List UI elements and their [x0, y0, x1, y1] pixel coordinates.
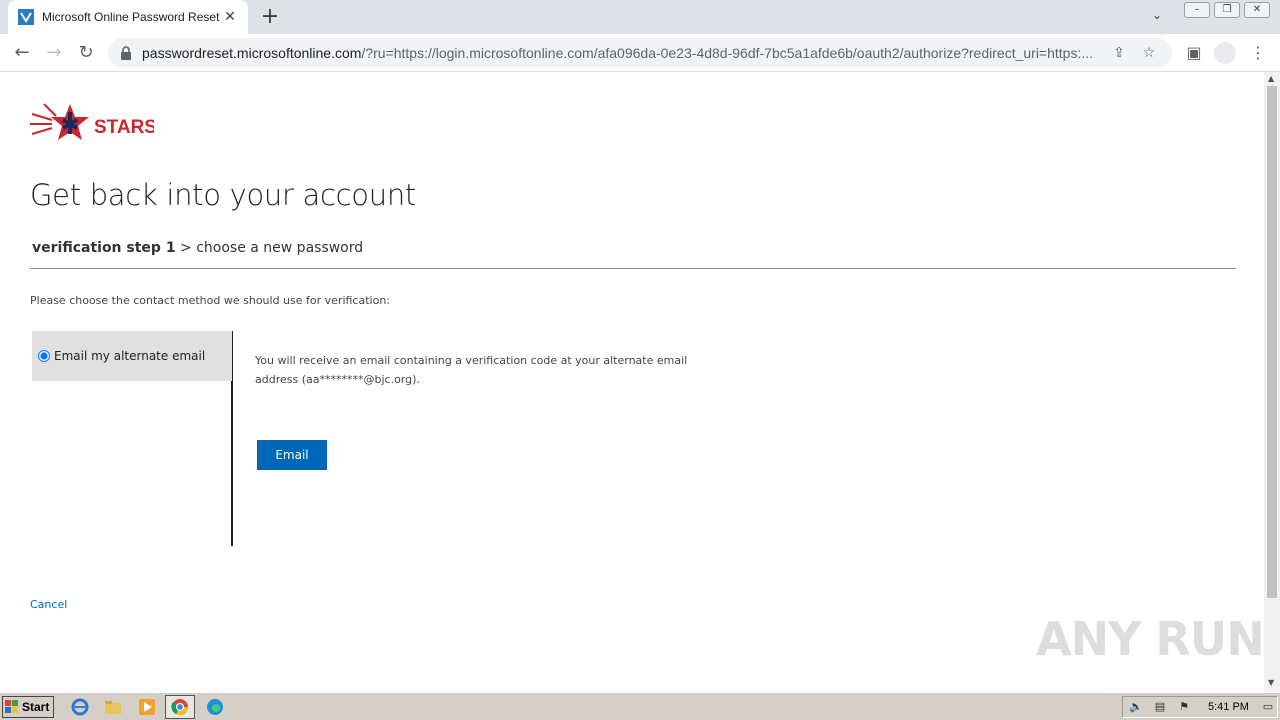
- scroll-up-icon[interactable]: ▲: [1268, 74, 1274, 83]
- side-panel-icon[interactable]: ▣: [1183, 43, 1205, 62]
- url-path: /?ru=https://login.microsoftonline.com/a…: [361, 45, 1094, 61]
- scroll-down-icon[interactable]: ▼: [1268, 678, 1274, 687]
- file-explorer-icon[interactable]: [104, 698, 122, 716]
- clock: 5:41 PM: [1208, 701, 1249, 713]
- step-next: choose a new password: [196, 240, 364, 256]
- step-separator: >: [180, 240, 192, 256]
- scrollbar[interactable]: ▲ ▼: [1264, 72, 1280, 692]
- method-option-email[interactable]: Email my alternate email: [32, 331, 232, 381]
- lock-icon: [121, 46, 131, 60]
- page-content: STARS Get back into your account verific…: [0, 72, 1265, 692]
- tab-strip: Microsoft Online Password Reset ✕ + ⌄ – …: [0, 0, 1280, 34]
- bookmark-star-icon[interactable]: ☆: [1138, 45, 1160, 61]
- brand-text: STARS: [94, 117, 154, 138]
- media-player-icon[interactable]: [138, 698, 156, 716]
- forward-arrow-icon[interactable]: →: [42, 41, 66, 65]
- restore-button[interactable]: ❐: [1214, 2, 1240, 18]
- step-current: verification step 1: [32, 240, 176, 256]
- back-arrow-icon[interactable]: ←: [10, 41, 34, 65]
- start-label: Start: [22, 700, 50, 714]
- stars-logo: STARS: [30, 103, 154, 140]
- browser-toolbar: ← → ↻ passwordreset.microsoftonline.com/…: [0, 34, 1280, 72]
- cancel-link[interactable]: Cancel: [30, 598, 67, 611]
- system-tray: 🔈 ▤ ⚑ ▭: [1122, 696, 1278, 718]
- microsoft-favicon-icon: [18, 9, 34, 25]
- profile-avatar-icon[interactable]: [1214, 42, 1236, 64]
- taskbar: Start 🔈 ▤ ⚑ ▭ 5:41 PM: [0, 692, 1280, 720]
- edge-icon[interactable]: [206, 698, 224, 716]
- url-host: passwordreset.microsoftonline.com: [142, 45, 362, 61]
- volume-icon[interactable]: 🔈: [1129, 700, 1143, 714]
- watermark: ANY RUN: [1036, 612, 1265, 666]
- divider: [30, 268, 1236, 269]
- internet-explorer-icon[interactable]: [71, 698, 89, 716]
- tab-close-icon[interactable]: ✕: [222, 9, 238, 25]
- new-tab-button[interactable]: +: [258, 5, 282, 29]
- email-button[interactable]: Email: [257, 440, 327, 470]
- tab-title: Microsoft Online Password Reset: [42, 10, 220, 24]
- address-bar[interactable]: passwordreset.microsoftonline.com/?ru=ht…: [108, 38, 1172, 68]
- minimize-button[interactable]: –: [1184, 2, 1210, 18]
- page-title: Get back into your account: [30, 178, 416, 212]
- method-label: Email my alternate email: [54, 349, 206, 363]
- breadcrumb: verification step 1 > choose a new passw…: [32, 240, 363, 256]
- browser-tab[interactable]: Microsoft Online Password Reset ✕: [8, 0, 248, 34]
- show-desktop-icon[interactable]: ▭: [1261, 700, 1275, 714]
- start-button[interactable]: Start: [2, 696, 54, 718]
- method-list: Email my alternate email: [32, 331, 233, 546]
- windows-flag-icon: [5, 700, 18, 713]
- action-center-flag-icon[interactable]: ⚑: [1177, 700, 1191, 714]
- scroll-thumb[interactable]: [1267, 86, 1277, 598]
- method-description: You will receive an email containing a v…: [255, 354, 688, 386]
- chrome-icon[interactable]: [171, 698, 189, 716]
- method-radio[interactable]: [38, 350, 50, 362]
- tab-search-chevron-icon[interactable]: ⌄: [1152, 8, 1162, 22]
- method-prompt: Please choose the contact method we shou…: [30, 294, 390, 307]
- reload-icon[interactable]: ↻: [74, 41, 98, 65]
- window-controls: – ❐ ✕: [1184, 2, 1270, 18]
- menu-kebab-icon[interactable]: ⋮: [1247, 43, 1269, 62]
- close-window-button[interactable]: ✕: [1244, 2, 1270, 18]
- url-text: passwordreset.microsoftonline.com/?ru=ht…: [142, 45, 1100, 61]
- network-icon[interactable]: ▤: [1153, 700, 1167, 714]
- share-icon[interactable]: ⇪: [1108, 45, 1130, 61]
